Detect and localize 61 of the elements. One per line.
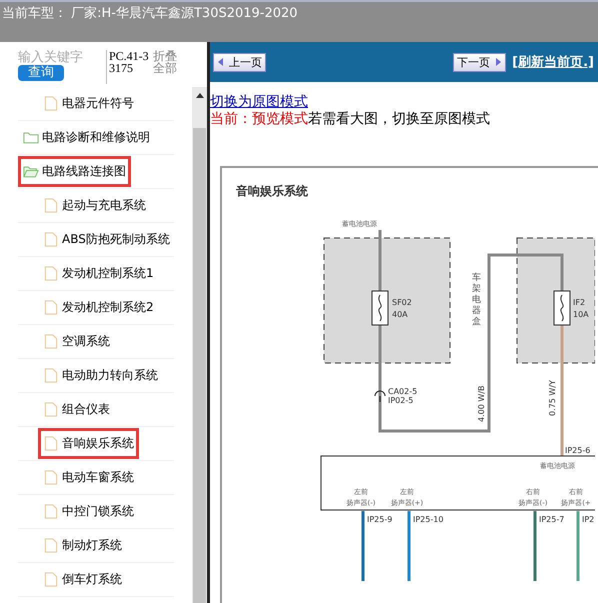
mode-hint: 若需看大图，切换至原图模式 [308, 111, 490, 127]
collapse-all-link[interactable]: 折叠全部 [153, 50, 181, 74]
right-arrow-icon [494, 58, 502, 66]
tree-item[interactable]: 中控门锁系统 [38, 496, 139, 527]
wire-label: 0.75 W/Y [548, 380, 557, 416]
pin-label: IP25-7 [539, 515, 564, 524]
pin-label: IP2 [582, 515, 594, 524]
tree-item[interactable]: 空调系统 [38, 326, 115, 357]
tree-item[interactable]: 起动与充电系统 [38, 190, 151, 221]
pin-label: IP25-6 [565, 446, 590, 455]
tree-item[interactable]: 倒车灯系统 [38, 564, 127, 595]
housing-label: 车架电器盒 [472, 273, 481, 327]
document-icon [43, 368, 59, 383]
document-icon [43, 334, 59, 349]
switch-mode-link[interactable]: 切换为原图模式 [210, 94, 308, 110]
fuse-rating: 40A [392, 310, 408, 319]
fuse-code: SF02 [392, 298, 412, 307]
connector-label: CA02-5 [388, 387, 418, 396]
tree-item[interactable]: 电路诊断和维修说明 [18, 122, 155, 153]
document-icon [43, 504, 59, 519]
tree-item[interactable]: 音响娱乐系统 [38, 428, 139, 459]
pin-label: IP25-10 [413, 515, 444, 524]
document-icon [43, 572, 59, 587]
vehicle-title: 当前车型： 厂家:H-华晨汽车鑫源T30S2019-2020 [2, 5, 298, 22]
pin-label: IP25-9 [367, 515, 392, 524]
document-icon [43, 96, 59, 111]
tree-item[interactable]: 电动车窗系统 [38, 462, 139, 493]
wire-label: 4.00 W/B [477, 386, 486, 422]
scroll-up-icon[interactable] [196, 93, 204, 98]
refresh-link[interactable]: [刷新当前页.] [512, 53, 594, 71]
fuse-rating: 10A [573, 310, 589, 319]
document-icon [43, 198, 59, 213]
document-icon [43, 300, 59, 315]
previous-page-button[interactable]: 上一页 [213, 52, 266, 72]
folder-icon [23, 164, 39, 179]
document-icon [43, 436, 59, 451]
search-button[interactable]: 查询 [18, 65, 64, 81]
tree-item[interactable]: 发动机控制系统1 [38, 258, 159, 289]
next-page-button[interactable]: 下一页 [453, 52, 506, 72]
document-icon [43, 266, 59, 281]
folder-icon [23, 130, 39, 145]
document-icon [43, 538, 59, 553]
fuse-code: IF2 [573, 298, 586, 307]
document-icon [43, 232, 59, 247]
tree-item[interactable]: 电动助力转向系统 [38, 360, 163, 391]
document-icon [43, 470, 59, 485]
tree-item[interactable]: 组合仪表 [38, 394, 115, 425]
scrollbar-thumb[interactable] [193, 128, 206, 603]
diagram-title: 音响娱乐系统 [236, 184, 308, 198]
document-icon [43, 402, 59, 417]
current-mode: 当前：预览模式 [210, 111, 308, 127]
tree-item[interactable]: 电路线路连接图 [18, 156, 131, 187]
tree-item[interactable]: 发动机控制系统2 [38, 292, 159, 323]
tree-item[interactable]: 制动灯系统 [38, 530, 127, 561]
connector-icon [374, 390, 386, 402]
connector-label: IP02-5 [388, 396, 414, 405]
tree-item[interactable]: 电器元件符号 [38, 88, 139, 119]
left-arrow-icon [217, 58, 225, 66]
tree-item[interactable]: ABS防抱死制动系统 [38, 224, 175, 255]
scrollbar[interactable] [192, 87, 207, 603]
model-code: PC.41-33175 [106, 50, 149, 84]
